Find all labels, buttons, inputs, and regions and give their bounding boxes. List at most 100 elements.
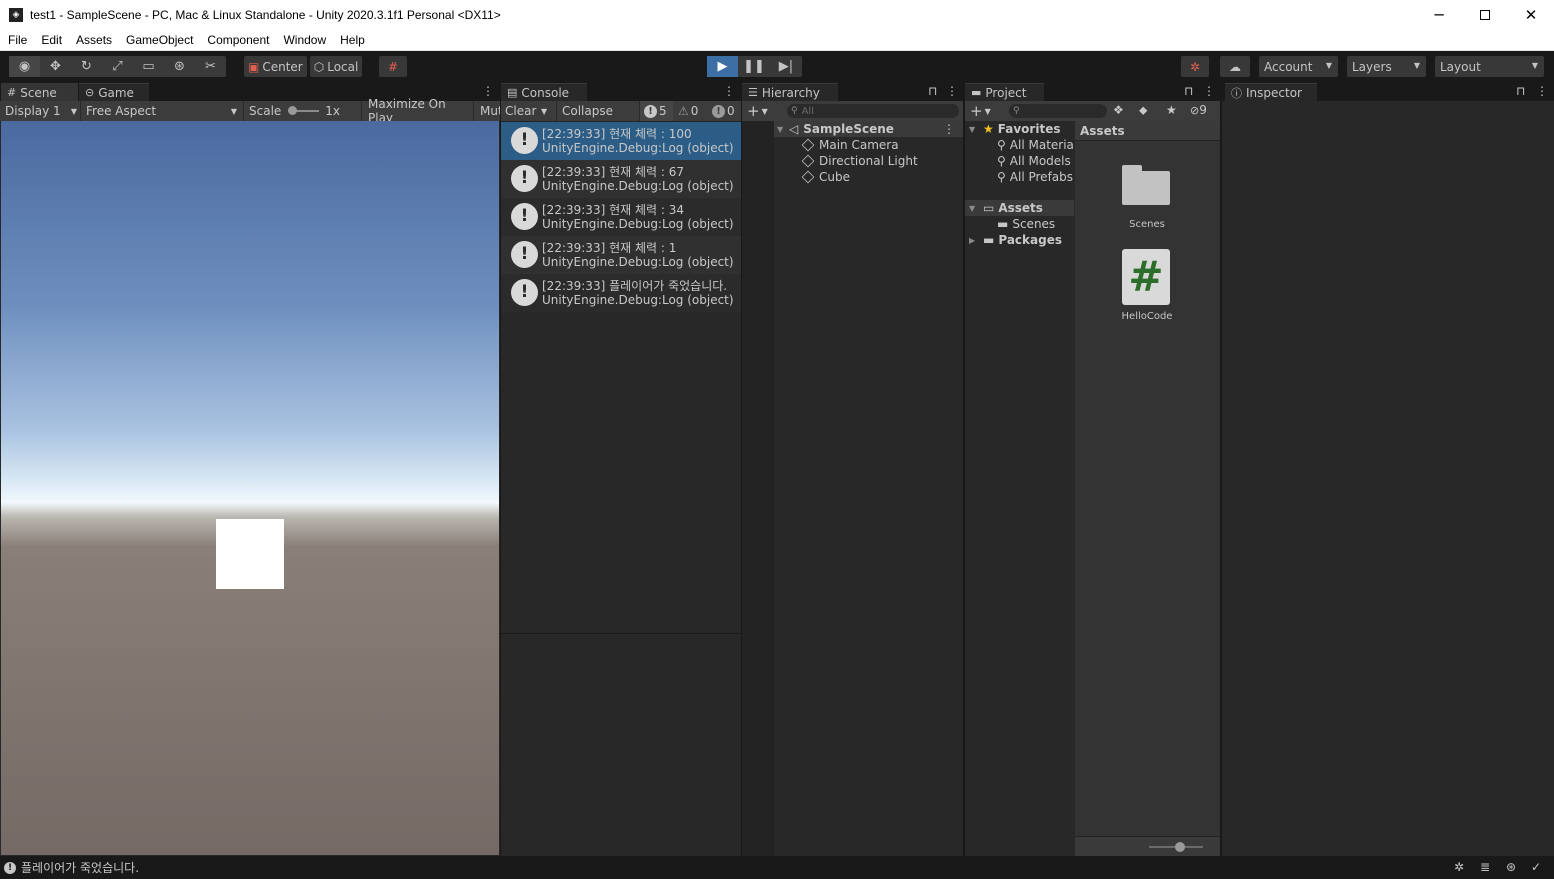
- game-panel-menu-button[interactable]: ⋮: [482, 84, 494, 98]
- tab-console[interactable]: ▤ Console: [501, 83, 587, 101]
- menu-file[interactable]: File: [1, 33, 34, 47]
- mute-audio-toggle[interactable]: Mut: [473, 101, 500, 121]
- minimize-button[interactable]: ─: [1416, 0, 1462, 30]
- log-entry[interactable]: ! [22:39:33] 현재 체력 : 67 UnityEngine.Debu…: [501, 160, 741, 198]
- minimize-icon: ─: [1434, 6, 1444, 24]
- cloud-button[interactable]: ☁: [1220, 56, 1250, 77]
- collapse-toggle[interactable]: Collapse: [556, 101, 616, 121]
- menu-component[interactable]: Component: [200, 33, 276, 47]
- space-local-button[interactable]: ⬡ Local: [309, 56, 363, 77]
- cache-server-icon[interactable]: ≣: [1480, 860, 1490, 874]
- packages-folder-row[interactable]: ▶ ▬ Packages: [965, 232, 1074, 248]
- gameobject-icon: [801, 138, 815, 152]
- project-menu-button[interactable]: ⋮: [1203, 84, 1215, 98]
- hierarchy-lock-button[interactable]: ⊓: [928, 84, 937, 98]
- console-menu-button[interactable]: ⋮: [723, 84, 735, 98]
- lock-icon: ⊓: [928, 84, 938, 98]
- check-icon[interactable]: ✓: [1531, 860, 1541, 874]
- search-by-label-button[interactable]: ⬥: [1139, 103, 1147, 118]
- asset-scenes-folder[interactable]: Scenes: [1111, 161, 1187, 237]
- clear-button[interactable]: Clear: [501, 101, 541, 121]
- create-dropdown[interactable]: + ▼: [747, 102, 768, 120]
- layers-dropdown[interactable]: Layers ▼: [1347, 56, 1426, 77]
- account-dropdown[interactable]: Account ▼: [1259, 56, 1338, 77]
- scale-slider[interactable]: [288, 106, 320, 115]
- log-entry[interactable]: ! [22:39:33] 현재 체력 : 100 UnityEngine.Deb…: [501, 122, 741, 160]
- project-lock-button[interactable]: ⊓: [1184, 84, 1193, 98]
- rect-tool-button[interactable]: ▭: [133, 56, 164, 77]
- log-entry[interactable]: ! [22:39:33] 현재 체력 : 1 UnityEngine.Debug…: [501, 236, 741, 274]
- hierarchy-item-main-camera[interactable]: Main Camera: [774, 137, 963, 153]
- log-entry[interactable]: ! [22:39:33] 플레이어가 죽었습니다. UnityEngine.De…: [501, 274, 741, 312]
- inspector-lock-button[interactable]: ⊓: [1516, 84, 1525, 98]
- log-filter-toggle[interactable]: ! 5: [639, 101, 673, 121]
- project-search-input[interactable]: ⚲: [1009, 104, 1107, 118]
- local-icon: ⬡: [313, 59, 325, 74]
- favorite-item-all-models[interactable]: ⚲ All Models: [965, 153, 1074, 169]
- game-viewport[interactable]: [1, 121, 499, 855]
- aspect-dropdown[interactable]: Free Aspect ▼: [80, 101, 240, 121]
- space-label: Local: [327, 59, 359, 74]
- collab-button[interactable]: ✲: [1181, 56, 1209, 77]
- rotate-tool-button[interactable]: ↻: [71, 56, 102, 77]
- inspector-menu-button[interactable]: ⋮: [1536, 84, 1548, 98]
- hierarchy-search-input[interactable]: ⚲ All: [787, 104, 959, 118]
- assets-folder-row[interactable]: ▼ ▭ Assets: [965, 200, 1074, 216]
- status-message[interactable]: 플레이어가 죽었습니다.: [21, 859, 139, 876]
- favorite-item-all-materials[interactable]: ⚲ All Materia: [965, 137, 1074, 153]
- menu-gameobject[interactable]: GameObject: [119, 33, 200, 47]
- folder-item-scenes[interactable]: ▬ Scenes: [965, 216, 1074, 232]
- slider-thumb[interactable]: [1175, 842, 1185, 852]
- clear-options-dropdown[interactable]: ▼: [541, 101, 555, 121]
- menu-assets[interactable]: Assets: [69, 33, 119, 47]
- warning-filter-toggle[interactable]: ⚠ 0: [674, 101, 707, 121]
- asset-hellocode-script[interactable]: # HelloCode: [1111, 249, 1187, 325]
- maximize-on-play-toggle[interactable]: Maximize On Play: [361, 97, 473, 125]
- view-tool-button[interactable]: ◉: [9, 56, 40, 77]
- display-dropdown[interactable]: Display 1 ▼: [0, 101, 79, 121]
- tab-scene[interactable]: # Scene: [1, 83, 78, 101]
- tab-hierarchy[interactable]: ☰ Hierarchy: [742, 83, 838, 101]
- move-tool-button[interactable]: ✥: [40, 56, 71, 77]
- console-split-divider[interactable]: [501, 633, 741, 634]
- error-filter-toggle[interactable]: ! 0: [708, 101, 741, 121]
- favorite-item-all-prefabs[interactable]: ⚲ All Prefabs: [965, 169, 1074, 185]
- hierarchy-menu-button[interactable]: ⋮: [946, 84, 958, 98]
- log-source: UnityEngine.Debug:Log (object): [542, 141, 734, 155]
- grid-snap-button[interactable]: #: [379, 56, 407, 77]
- log-entry[interactable]: ! [22:39:33] 현재 체력 : 34 UnityEngine.Debu…: [501, 198, 741, 236]
- hidden-packages-toggle[interactable]: ⊘ 9: [1190, 103, 1207, 117]
- scale-tool-button[interactable]: ⤢: [102, 56, 133, 77]
- favorites-row[interactable]: ▼ ★ Favorites: [965, 121, 1074, 137]
- breadcrumb-assets[interactable]: Assets: [1080, 124, 1125, 138]
- hierarchy-item-cube[interactable]: Cube: [774, 169, 963, 185]
- tab-game[interactable]: ⊝ Game: [79, 83, 149, 101]
- search-by-type-button[interactable]: ❖: [1113, 103, 1124, 117]
- close-button[interactable]: ✕: [1508, 0, 1554, 30]
- step-button[interactable]: ▶|: [770, 56, 802, 77]
- pause-button[interactable]: ❚❚: [738, 56, 770, 77]
- window-title: test1 - SampleScene - PC, Mac & Linux St…: [30, 8, 501, 22]
- tab-inspector[interactable]: ⓘ Inspector: [1225, 83, 1317, 101]
- slider-thumb[interactable]: [288, 106, 298, 115]
- search-icon: ⚲: [997, 170, 1006, 184]
- folder-label: Scenes: [1012, 217, 1056, 231]
- maximize-button[interactable]: [1462, 0, 1508, 30]
- favorite-button[interactable]: ★: [1166, 103, 1177, 117]
- tab-console-label: Console: [521, 85, 570, 100]
- progress-icon[interactable]: ⊛: [1506, 860, 1516, 874]
- custom-tool-button[interactable]: ✂: [195, 56, 226, 77]
- scene-row[interactable]: ▼ ◁ SampleScene ⋮: [774, 121, 963, 137]
- project-create-dropdown[interactable]: + ▼: [970, 102, 991, 120]
- kebab-icon[interactable]: ⋮: [943, 122, 955, 136]
- transform-tool-button[interactable]: ⊛: [164, 56, 195, 77]
- layout-dropdown[interactable]: Layout ▼: [1435, 56, 1544, 77]
- hierarchy-item-directional-light[interactable]: Directional Light: [774, 153, 963, 169]
- debug-icon[interactable]: ✲: [1454, 860, 1464, 874]
- menu-help[interactable]: Help: [333, 33, 372, 47]
- play-button[interactable]: ▶: [707, 56, 738, 77]
- menu-window[interactable]: Window: [276, 33, 333, 47]
- tab-project[interactable]: ▬ Project: [965, 83, 1044, 101]
- pivot-center-button[interactable]: ▣ Center: [244, 56, 307, 77]
- menu-edit[interactable]: Edit: [34, 33, 69, 47]
